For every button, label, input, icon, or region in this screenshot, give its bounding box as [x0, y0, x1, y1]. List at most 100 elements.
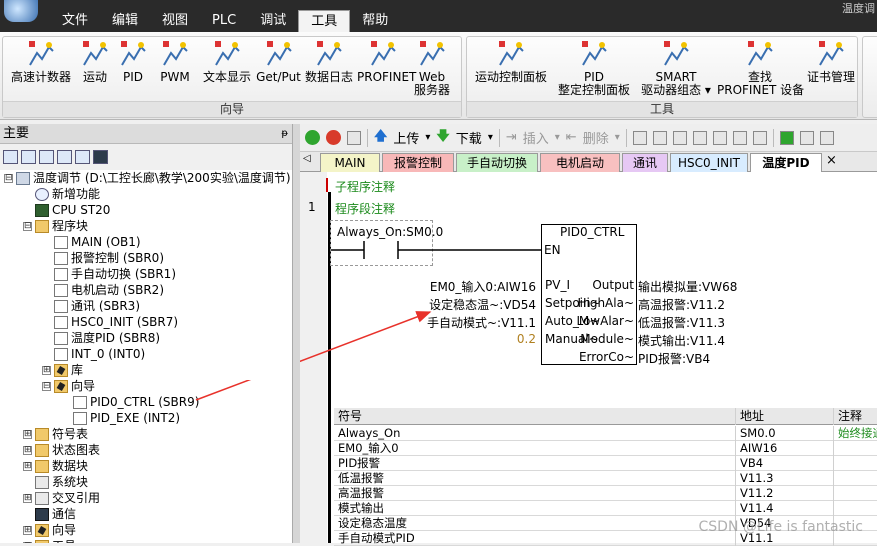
- output-operand[interactable]: 模式输出:V11.4: [638, 332, 725, 349]
- close-tab-icon[interactable]: ×: [826, 153, 837, 168]
- tab[interactable]: HSC0_INIT: [670, 153, 748, 172]
- timer-icon[interactable]: [752, 130, 767, 145]
- ribbon-button[interactable]: 运动: [76, 39, 114, 84]
- tree-expander-icon[interactable]: ⊞: [42, 365, 51, 375]
- tree-item[interactable]: ⊟ 程序块: [23, 218, 88, 234]
- ribbon-button[interactable]: Web 服务器: [409, 39, 455, 97]
- chevron-down-icon[interactable]: ▾: [615, 132, 620, 143]
- grid-icon[interactable]: [652, 130, 667, 145]
- tree-item[interactable]: ⊞ 库: [42, 362, 83, 378]
- table-row[interactable]: PID报警 VB4: [334, 456, 877, 471]
- menu-item[interactable]: 编辑: [100, 10, 150, 32]
- table-row[interactable]: 模式输出 V11.4: [334, 501, 877, 516]
- tab[interactable]: 手自动切换: [456, 153, 538, 172]
- tree-expander-icon[interactable]: ⊟: [23, 221, 32, 231]
- tree-item[interactable]: ⊟ 温度调节 (D:\工控长廊\教学\200实验\温度调节): [4, 170, 291, 186]
- chevron-down-icon[interactable]: ▾: [488, 132, 493, 143]
- ribbon-button[interactable]: PROFINET: [357, 39, 416, 84]
- chevron-down-icon[interactable]: ▾: [555, 132, 560, 143]
- tree-item[interactable]: 新增功能: [23, 186, 100, 202]
- page-icon[interactable]: [39, 150, 54, 164]
- coil-icon[interactable]: [712, 130, 727, 145]
- box-icon[interactable]: [732, 130, 747, 145]
- output-operand[interactable]: 输出模拟量:VW68: [638, 278, 737, 295]
- menu-item[interactable]: 工具: [298, 10, 351, 32]
- pin-icon[interactable]: ᵽ: [281, 124, 288, 144]
- insert-button[interactable]: 插入: [523, 128, 549, 147]
- tree-item[interactable]: ⊞ 状态图表: [23, 442, 100, 458]
- tree-item[interactable]: 温度PID (SBR8): [42, 330, 160, 346]
- delete-button[interactable]: 删除: [583, 128, 609, 147]
- ribbon-button[interactable]: PID: [114, 39, 152, 84]
- upload-arrow-icon[interactable]: 🡅: [374, 127, 387, 149]
- tree-expander-icon[interactable]: ⊟: [4, 173, 13, 183]
- tree-item[interactable]: 通讯 (SBR3): [42, 298, 140, 314]
- tree-item[interactable]: INT_0 (INT0): [42, 346, 145, 362]
- download-arrow-icon[interactable]: 🡇: [436, 127, 449, 149]
- ribbon-button[interactable]: PID 整定控制面板: [553, 39, 635, 97]
- tree-item[interactable]: 电机启动 (SBR2): [42, 282, 164, 298]
- view-icon[interactable]: [3, 150, 18, 164]
- ribbon-button[interactable]: 证书管理: [803, 39, 859, 84]
- ribbon-button[interactable]: 高速计数器: [6, 39, 76, 84]
- ribbon-button[interactable]: 数据日志: [301, 39, 357, 84]
- program-status-icon[interactable]: [672, 130, 687, 145]
- table-row[interactable]: EM0_输入0 AIW16: [334, 441, 877, 456]
- run-icon[interactable]: [305, 130, 320, 145]
- tree-item[interactable]: ⊞工具: [23, 538, 76, 543]
- input-operand[interactable]: 0.2: [517, 332, 536, 346]
- tree-expander-icon[interactable]: ⊞: [23, 525, 32, 535]
- tab[interactable]: 通讯: [622, 153, 668, 172]
- input-operand[interactable]: 手自动模式~:V11.1: [427, 314, 536, 331]
- app-orb-button[interactable]: [4, 0, 38, 22]
- ribbon-button[interactable]: 文本显示: [198, 39, 256, 84]
- tree-expander-icon[interactable]: ⊞: [23, 445, 32, 455]
- pane-splitter[interactable]: [292, 124, 300, 543]
- output-operand[interactable]: PID报警:VB4: [638, 350, 710, 367]
- output-operand[interactable]: 高温报警:V11.2: [638, 296, 725, 313]
- table-row[interactable]: 低温报警 V11.3: [334, 471, 877, 486]
- table-row[interactable]: Always_OnSM0.0始终接通: [334, 426, 877, 441]
- tab-scroll-left-icon[interactable]: ◁: [303, 153, 311, 164]
- lock-icon[interactable]: [819, 130, 834, 145]
- upload-button[interactable]: 上传: [393, 128, 419, 147]
- menu-item[interactable]: 文件: [50, 10, 100, 32]
- tree-expander-icon[interactable]: ⊞: [23, 461, 32, 471]
- delete-icon[interactable]: ⇤: [566, 130, 577, 145]
- tree-item[interactable]: PID_EXE (INT2): [61, 410, 180, 426]
- tree-expander-icon[interactable]: ⊞: [23, 493, 32, 503]
- tree-expander-icon[interactable]: ⊞: [23, 429, 32, 439]
- compare-icon[interactable]: [632, 130, 647, 145]
- tab[interactable]: 温度PID: [750, 153, 822, 173]
- contact-icon[interactable]: [692, 130, 707, 145]
- tree-item[interactable]: ⊞ 符号表: [23, 426, 88, 442]
- table-row[interactable]: 高温报警 V11.2: [334, 486, 877, 501]
- tree-item[interactable]: 手自动切换 (SBR1): [42, 266, 176, 282]
- compile-icon[interactable]: [347, 130, 361, 145]
- insert-icon[interactable]: ⇥: [506, 130, 517, 145]
- table-icon[interactable]: [21, 150, 36, 164]
- ribbon-button[interactable]: SMART 驱动器组态 ▾: [635, 39, 717, 97]
- tree-item[interactable]: ⊞ 交叉引用: [23, 490, 100, 506]
- page-icon[interactable]: [57, 150, 72, 164]
- input-operand[interactable]: EM0_输入0:AIW16: [430, 278, 536, 295]
- menu-item[interactable]: 调试: [248, 10, 298, 32]
- ribbon-button[interactable]: 查找 PROFINET 设备: [717, 39, 804, 97]
- tree-item[interactable]: PID0_CTRL (SBR9): [61, 394, 199, 410]
- tree-item[interactable]: ⊟ 向导: [42, 378, 95, 394]
- lock-icon[interactable]: [799, 130, 814, 145]
- menu-item[interactable]: 帮助: [350, 10, 400, 32]
- tree-item[interactable]: HSC0_INIT (SBR7): [42, 314, 178, 330]
- tree-item[interactable]: ⊞ 向导: [23, 522, 76, 538]
- go-icon[interactable]: [779, 130, 794, 145]
- tree-item[interactable]: CPU ST20: [23, 202, 110, 218]
- ribbon-button[interactable]: Get/Put: [256, 39, 301, 84]
- tab[interactable]: 报警控制: [382, 153, 454, 172]
- tab[interactable]: MAIN: [320, 153, 380, 172]
- output-operand[interactable]: 低温报警:V11.3: [638, 314, 725, 331]
- tree-expander-icon[interactable]: ⊟: [42, 381, 51, 391]
- tree-item[interactable]: MAIN (OB1): [42, 234, 141, 250]
- tree-item[interactable]: 通信: [23, 506, 76, 522]
- tree-item[interactable]: ⊞ 数据块: [23, 458, 88, 474]
- stop-icon[interactable]: [326, 130, 341, 145]
